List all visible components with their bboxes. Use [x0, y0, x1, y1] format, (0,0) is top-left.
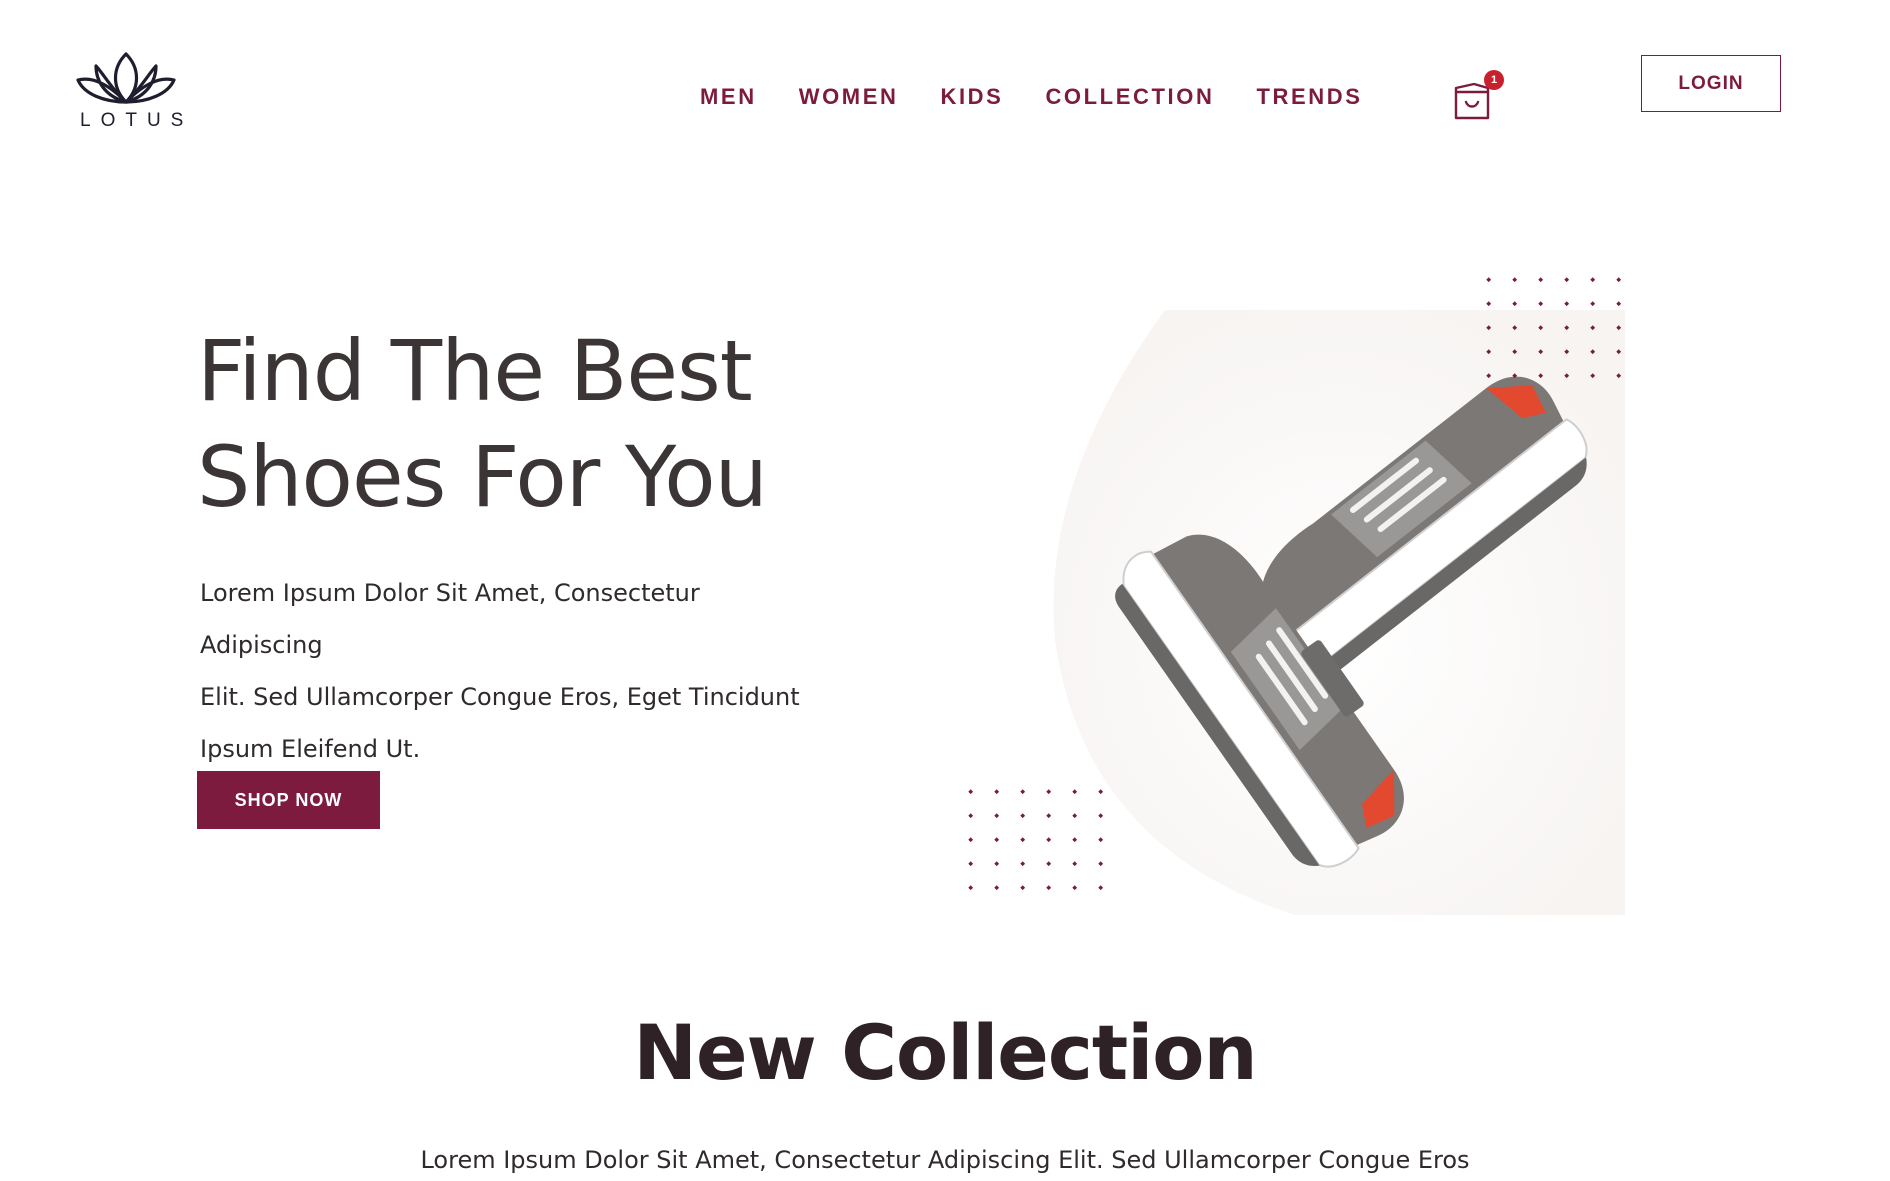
decor-dot: [1512, 373, 1518, 379]
decor-dot: [994, 837, 1000, 843]
hero-description: Lorem Ipsum Dolor Sit Amet, Consectetur …: [200, 567, 820, 775]
decor-dot: [1616, 373, 1622, 379]
decor-dot: [1538, 277, 1544, 283]
decor-dot: [1098, 837, 1104, 843]
decor-dot: [1512, 301, 1518, 307]
decor-dot: [1098, 885, 1104, 891]
decor-dot: [1538, 373, 1544, 379]
decor-dot: [1046, 837, 1052, 843]
decor-dot: [1538, 301, 1544, 307]
nav-item-kids[interactable]: KIDS: [940, 84, 1003, 110]
decor-dot: [1564, 349, 1570, 355]
decor-dot: [1486, 325, 1492, 331]
decor-dot: [994, 789, 1000, 795]
decor-dot: [1564, 277, 1570, 283]
decor-dot: [1020, 837, 1026, 843]
nav-item-women[interactable]: WOMEN: [799, 84, 899, 110]
decor-dot: [1098, 813, 1104, 819]
nav-item-men[interactable]: MEN: [700, 84, 757, 110]
decor-dot: [1072, 837, 1078, 843]
decor-dot: [1564, 325, 1570, 331]
cart-count-badge: 1: [1484, 70, 1504, 90]
section-title-new-collection: New Collection: [633, 1008, 1257, 1097]
decor-dot: [1072, 789, 1078, 795]
decor-dot: [1590, 373, 1596, 379]
decor-dot: [1564, 301, 1570, 307]
decor-dot: [1590, 325, 1596, 331]
shop-now-button[interactable]: SHOP NOW: [197, 771, 380, 829]
decor-dot: [1020, 885, 1026, 891]
hero-title-line-1: Find The Best: [197, 322, 753, 420]
decor-dot: [1590, 301, 1596, 307]
decor-dot: [1098, 861, 1104, 867]
decor-dot: [994, 885, 1000, 891]
decor-dot: [1072, 861, 1078, 867]
hero-title-line-2: Shoes For You: [197, 428, 768, 526]
hero-description-line-1: Lorem Ipsum Dolor Sit Amet, Consectetur …: [200, 579, 700, 659]
decor-dot: [1538, 349, 1544, 355]
hero-description-line-2: Elit. Sed Ullamcorper Congue Eros, Eget …: [200, 683, 800, 711]
decor-dot: [968, 789, 974, 795]
decor-dot: [968, 885, 974, 891]
decor-dot: [1564, 373, 1570, 379]
decor-dot: [1616, 301, 1622, 307]
decor-dot: [1616, 349, 1622, 355]
brand-name: LOTUS: [80, 110, 194, 131]
decor-dot: [1486, 301, 1492, 307]
hero-description-line-3: Ipsum Eleifend Ut.: [200, 735, 421, 763]
decor-dot: [968, 813, 974, 819]
decor-dot: [1020, 789, 1026, 795]
decor-dot: [1486, 373, 1492, 379]
decor-dot: [1486, 349, 1492, 355]
decor-dot: [968, 837, 974, 843]
hero-title: Find The Best Shoes For You: [197, 318, 837, 530]
decor-dot: [1072, 813, 1078, 819]
decor-dot: [968, 861, 974, 867]
cart-button[interactable]: 1: [1450, 70, 1504, 124]
login-button[interactable]: LOGIN: [1641, 55, 1781, 112]
decor-dot: [1098, 789, 1104, 795]
decor-dot: [1512, 277, 1518, 283]
decor-dots-bottom: [968, 789, 1104, 891]
decor-dot: [1616, 325, 1622, 331]
decor-dot: [1486, 277, 1492, 283]
decor-dot: [1046, 813, 1052, 819]
decor-dot: [1046, 885, 1052, 891]
decor-dot: [1590, 349, 1596, 355]
nav-item-collection[interactable]: COLLECTION: [1045, 84, 1214, 110]
decor-dot: [1512, 349, 1518, 355]
decor-dot: [1046, 861, 1052, 867]
decor-dot: [1538, 325, 1544, 331]
hero-shoes-image: [1053, 310, 1625, 915]
decor-dot: [1072, 885, 1078, 891]
decor-dot: [1512, 325, 1518, 331]
decor-dot: [1616, 277, 1622, 283]
decor-dots-top: [1486, 277, 1622, 379]
decor-dot: [1020, 813, 1026, 819]
nav-item-trends[interactable]: TRENDS: [1256, 84, 1362, 110]
decor-dot: [994, 861, 1000, 867]
decor-dot: [1020, 861, 1026, 867]
collection-description: Lorem Ipsum Dolor Sit Amet, Consectetur …: [420, 1146, 1470, 1174]
main-nav: MEN WOMEN KIDS COLLECTION TRENDS: [700, 84, 1363, 110]
brand-logo[interactable]: LOTUS: [70, 50, 194, 150]
decor-dot: [1046, 789, 1052, 795]
decor-dot: [1590, 277, 1596, 283]
lotus-icon: [76, 52, 176, 104]
decor-dot: [994, 813, 1000, 819]
